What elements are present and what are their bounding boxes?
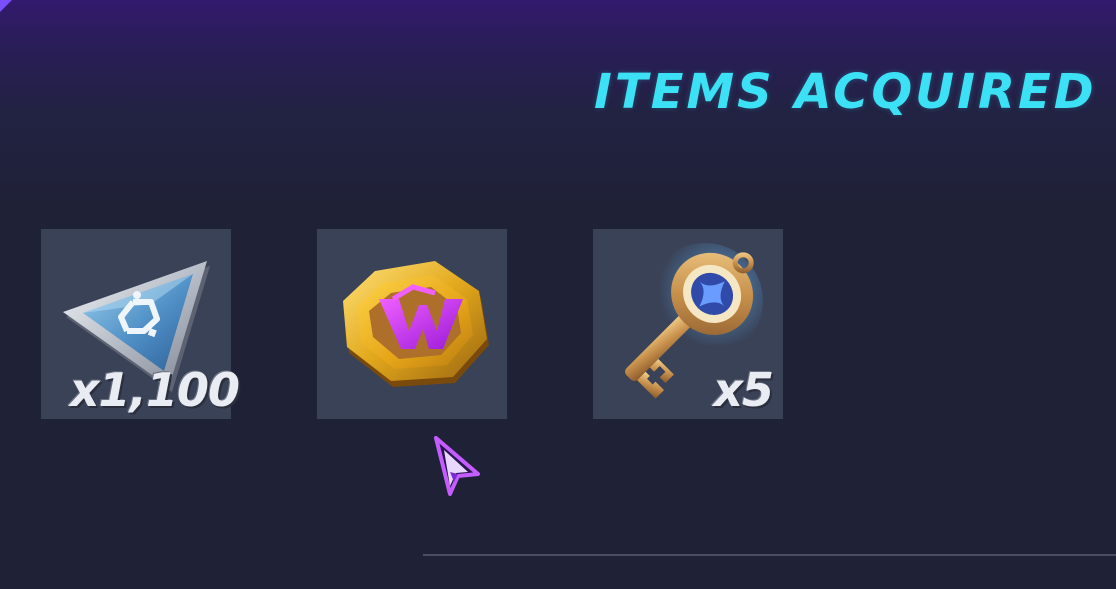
item-slot-w-coin[interactable]: [317, 229, 507, 419]
cursor-icon: [434, 436, 480, 496]
items-list: x1,100 x5: [41, 229, 783, 419]
corner-accent: [0, 0, 12, 12]
rewards-screen: ITEMS ACQUIRED x1,100 x5: [0, 0, 1116, 589]
item-slot-key[interactable]: x5: [593, 229, 783, 419]
item-quantity: x5: [713, 363, 774, 417]
page-title: ITEMS ACQUIRED: [594, 64, 1097, 120]
item-quantity: x1,100: [69, 363, 240, 417]
w-coin-icon: [343, 261, 489, 387]
divider: [423, 554, 1116, 556]
item-slot-triangle-token[interactable]: x1,100: [41, 229, 240, 419]
